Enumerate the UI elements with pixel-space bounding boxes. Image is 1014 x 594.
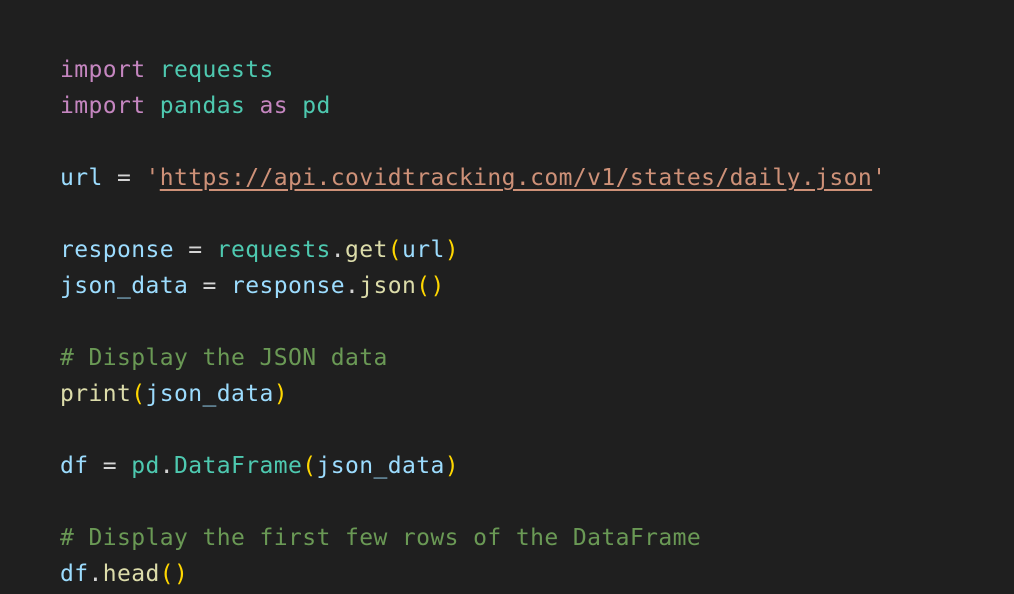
code-token: =	[88, 453, 132, 479]
code-token: url	[60, 165, 103, 191]
code-token: pd	[131, 453, 160, 479]
code-token: )	[273, 381, 288, 407]
code-line[interactable]: import requests	[60, 52, 1014, 88]
code-token: response	[230, 273, 345, 299]
code-line[interactable]	[60, 412, 1014, 448]
code-line[interactable]: # Display the JSON data	[60, 340, 1014, 376]
code-line[interactable]: import pandas as pd	[60, 88, 1014, 124]
code-token: (	[302, 453, 317, 479]
code-line[interactable]: # Display the first few rows of the Data…	[60, 520, 1014, 556]
code-line[interactable]	[60, 124, 1014, 160]
code-token: url	[401, 237, 445, 263]
code-token: '	[872, 165, 887, 191]
code-token: )	[444, 453, 459, 479]
code-token: import	[60, 93, 146, 119]
code-line[interactable]: url = 'https://api.covidtracking.com/v1/…	[60, 160, 1014, 196]
code-token: json_data	[145, 381, 274, 407]
code-token: =	[173, 237, 217, 263]
code-token: requests	[159, 57, 274, 83]
code-token: DataFrame	[174, 453, 303, 479]
code-token: ()	[416, 273, 445, 299]
code-token: as	[259, 93, 288, 119]
code-token: )	[444, 237, 459, 263]
code-token: json_data	[316, 453, 445, 479]
code-line[interactable]	[60, 196, 1014, 232]
code-token: '	[145, 165, 160, 191]
code-token: df	[60, 453, 89, 479]
code-token: df	[60, 561, 89, 587]
code-token: .	[344, 273, 360, 299]
code-line[interactable]: print(json_data)	[60, 376, 1014, 412]
code-token: =	[188, 273, 231, 299]
code-token: pd	[302, 93, 331, 119]
code-line[interactable]: df.head()	[60, 556, 1014, 592]
code-token: .	[159, 453, 174, 479]
code-token: print	[60, 381, 132, 407]
code-line[interactable]: df = pd.DataFrame(json_data)	[60, 448, 1014, 484]
code-block[interactable]: import requests import pandas as pd url = …	[60, 52, 1014, 592]
code-token: .	[88, 561, 103, 587]
code-token: https://api.covidtracking.com/v1/states/…	[159, 165, 873, 191]
code-token: =	[102, 165, 146, 191]
code-line[interactable]	[60, 304, 1014, 340]
code-token: import	[60, 57, 146, 83]
code-token: pandas	[159, 93, 246, 119]
code-token: ()	[159, 561, 189, 587]
code-token: head	[102, 561, 160, 587]
code-token: .	[330, 237, 345, 263]
code-line[interactable]: json_data = response.json()	[60, 268, 1014, 304]
code-token: json_data	[60, 273, 189, 299]
code-token: response	[60, 237, 174, 263]
code-token: requests	[216, 237, 331, 263]
code-comment: # Display the JSON data	[60, 345, 388, 371]
code-token: (	[131, 381, 146, 407]
code-token: get	[344, 237, 388, 263]
code-line[interactable]	[60, 484, 1014, 520]
code-token: (	[387, 237, 402, 263]
code-line[interactable]: response = requests.get(url)	[60, 232, 1014, 268]
code-comment: # Display the first few rows of the Data…	[60, 525, 702, 551]
code-token: json	[359, 273, 417, 299]
code-editor[interactable]: import requests import pandas as pd url = …	[0, 0, 1014, 594]
